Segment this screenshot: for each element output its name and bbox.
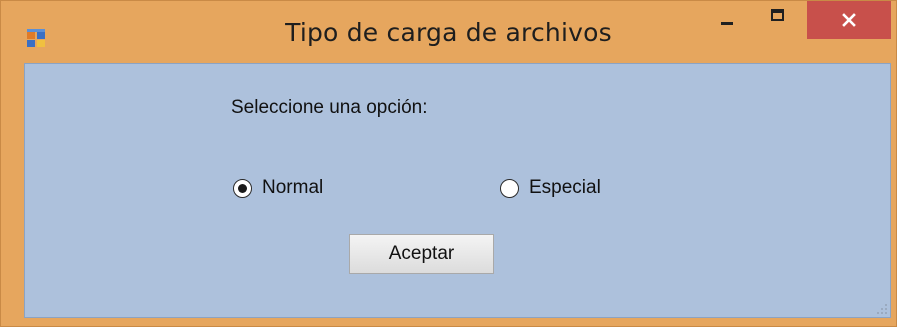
dialog-client-area: Seleccione una opción: Normal Especial A… <box>24 63 891 318</box>
radio-normal-circle[interactable] <box>233 178 252 198</box>
option-prompt-label: Seleccione una opción: <box>231 97 428 118</box>
accept-button[interactable]: Aceptar <box>349 234 494 274</box>
maximize-button[interactable] <box>757 1 797 39</box>
maximize-icon <box>771 9 784 21</box>
close-icon <box>842 13 856 27</box>
resize-grip-icon[interactable] <box>876 303 888 315</box>
radio-normal-label[interactable]: Normal <box>262 177 323 199</box>
close-button[interactable] <box>807 1 891 39</box>
radio-especial-label[interactable]: Especial <box>529 177 601 199</box>
minimize-icon <box>721 22 733 25</box>
radio-option-especial[interactable]: Especial <box>500 177 601 199</box>
radio-option-normal[interactable]: Normal <box>233 177 323 199</box>
title-bar[interactable]: Tipo de carga de archivos <box>1 1 896 63</box>
radio-especial-circle[interactable] <box>500 178 519 198</box>
radio-selected-dot <box>238 183 247 193</box>
dialog-window: Tipo de carga de archivos Seleccione una… <box>0 0 897 327</box>
minimize-button[interactable] <box>705 1 745 39</box>
